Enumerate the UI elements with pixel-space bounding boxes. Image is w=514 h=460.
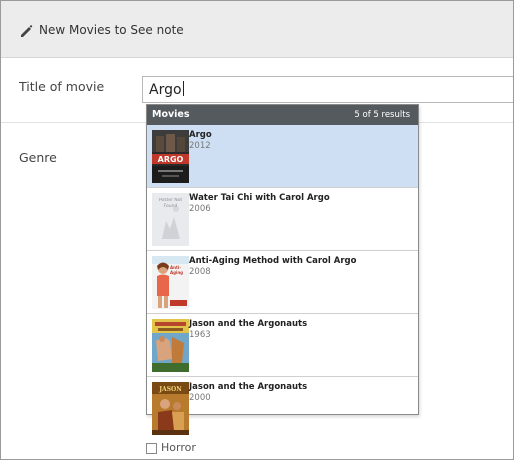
result-item[interactable]: ARGO Argo 2012 [147,125,418,188]
result-year: 2000 [189,393,211,403]
genre-label: Genre [19,150,57,165]
result-title: Anti-Aging Method with Carol Argo [189,256,357,266]
movie-autocomplete-dropdown: Movies 5 of 5 results ARGO Argo 2012 Pos… [146,104,419,435]
dropdown-heading: Movies [152,109,190,120]
result-item[interactable]: Jason and the Argonauts 1963 [147,314,418,377]
result-title: Water Tai Chi with Carol Argo [189,193,330,203]
pencil-icon [21,25,33,37]
movie-poster: JASON [152,382,189,435]
movie-title-value: Argo [149,82,182,98]
result-year: 1963 [189,330,211,340]
result-year: 2012 [189,141,211,151]
movie-poster: Anti-Aging [152,256,189,309]
poster-caption: ARGO [158,155,184,164]
horror-checkbox[interactable] [146,443,157,454]
horror-label: Horror [161,441,196,454]
result-item[interactable]: Poster Not Found Water Tai Chi with Caro… [147,188,418,251]
results-count: 5 of 5 results [354,110,410,120]
movie-title-input[interactable]: Argo [142,76,513,103]
note-editor-window: New Movies to See note Title of movie Ar… [0,0,514,460]
movie-poster [152,319,189,372]
result-title: Jason and the Argonauts [189,382,308,392]
result-title: Jason and the Argonauts [189,319,308,329]
poster-caption: Poster Not Found [158,198,183,209]
dropdown-header: Movies 5 of 5 results [147,105,418,125]
poster-caption: Anti-Aging [170,265,184,275]
result-item[interactable]: Anti-Aging Anti-Aging Method with Carol … [147,251,418,314]
note-header: New Movies to See note [1,1,513,58]
poster-not-found-image: Poster Not Found [152,193,189,246]
result-year: 2006 [189,204,211,214]
title-of-movie-label: Title of movie [19,79,105,94]
movie-poster: ARGO [152,130,189,183]
result-title: Argo [189,130,212,140]
poster-caption: JASON [158,386,182,393]
note-title: New Movies to See note [39,23,184,37]
result-year: 2008 [189,267,211,277]
text-caret [182,81,184,96]
result-item[interactable]: JASON Jason and the Argonauts 2000 [147,377,418,440]
